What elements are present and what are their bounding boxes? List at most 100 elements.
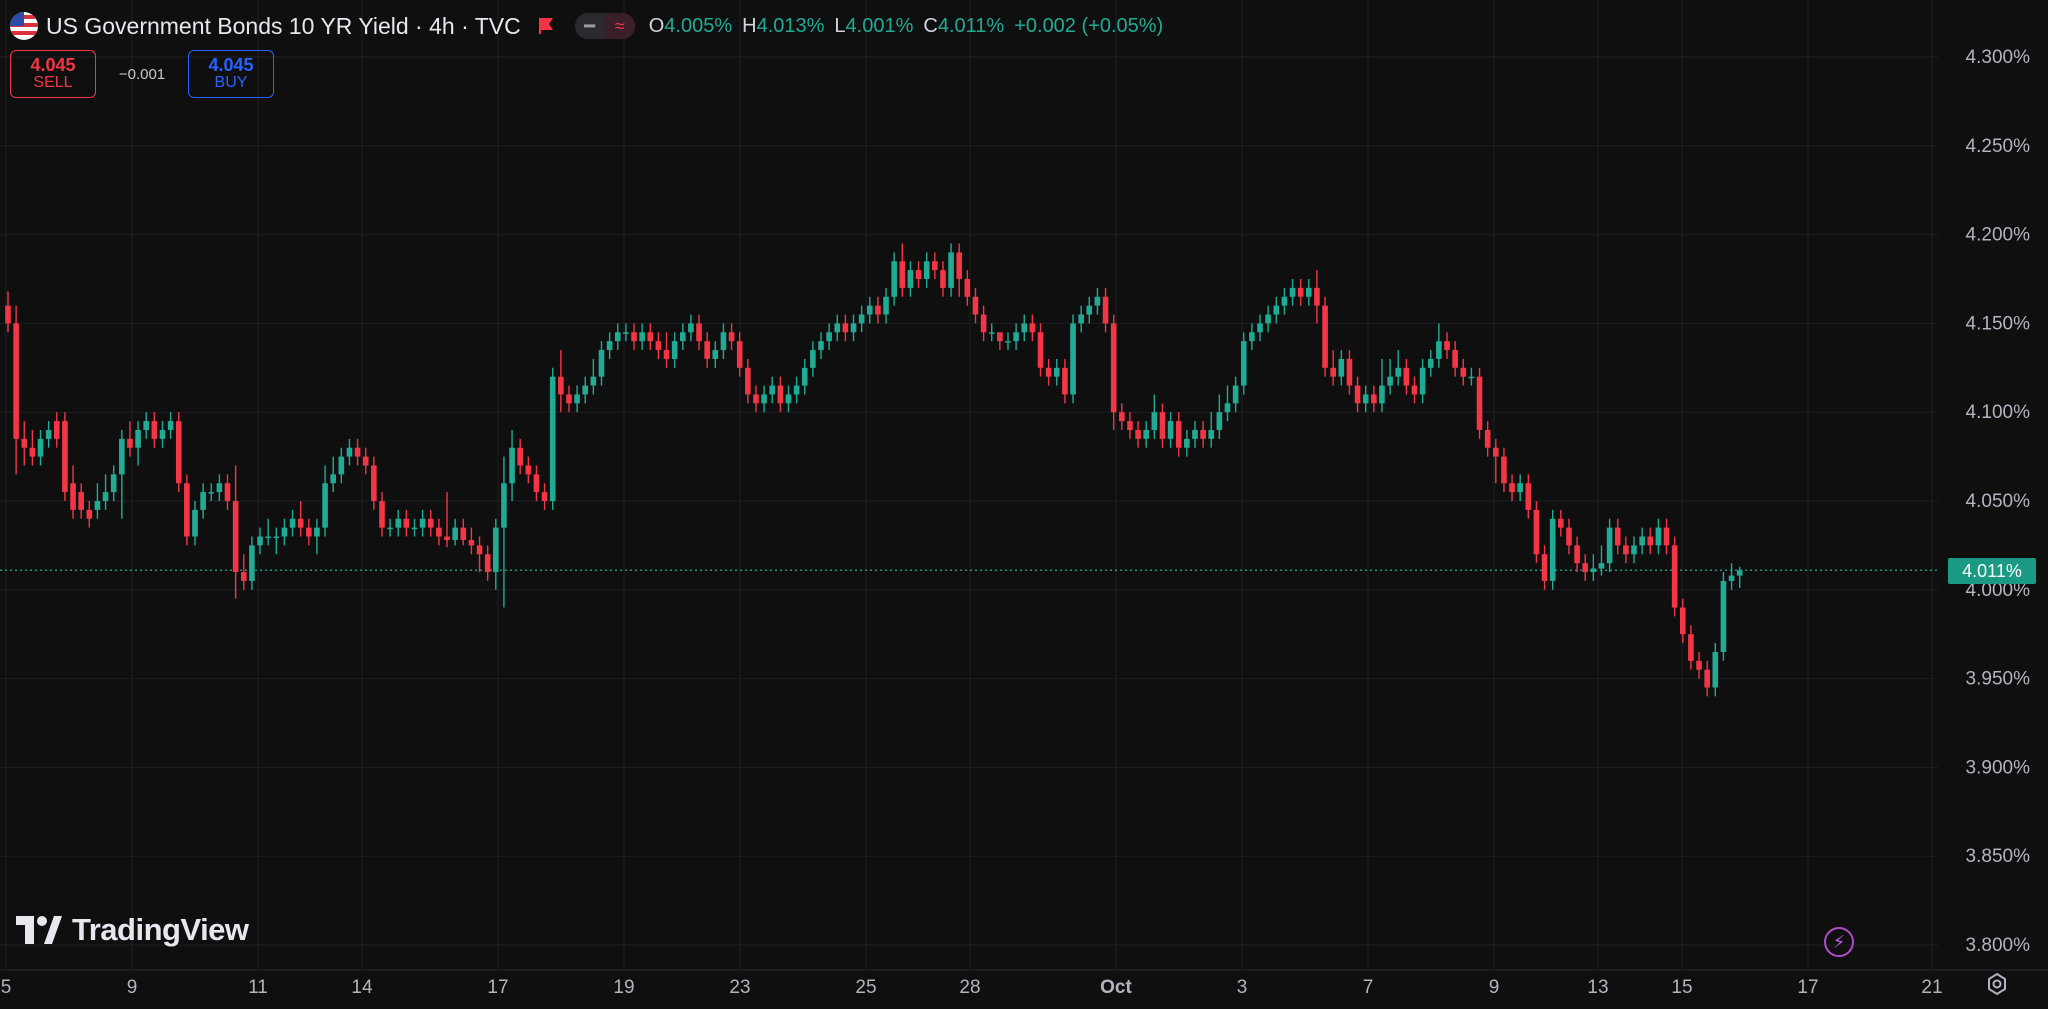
candlestick-chart[interactable]: 4.300% 4.250% 4.200% 4.150% 4.100% 4.050% 4.00… [0, 0, 2048, 1009]
candle-body [558, 376, 564, 395]
candle-body [826, 332, 832, 342]
ohlc-readout: O4.005% H4.013% L4.001% C4.011% +0.002 (… [649, 15, 1163, 38]
candle-body [810, 350, 816, 368]
candle-body [110, 474, 117, 493]
candle-body [1720, 580, 1727, 652]
high-value: 4.013% [756, 14, 825, 37]
candle-body [1135, 429, 1141, 439]
low-label: L [834, 14, 846, 37]
candle-body [1671, 545, 1678, 608]
candle-body [13, 323, 19, 439]
candle-body [980, 314, 987, 333]
candle-body [1086, 305, 1093, 315]
candle-body [70, 483, 76, 510]
time-tick-label: 17 [1797, 977, 1818, 998]
candle-body [818, 341, 824, 351]
candle-body [1411, 385, 1418, 395]
candle-body [1379, 385, 1385, 404]
settings-gear-icon[interactable] [1984, 971, 2010, 997]
time-tick-label: 15 [1671, 977, 1692, 998]
candle-body [460, 527, 467, 541]
candle-body [37, 438, 44, 457]
candle-body [1330, 367, 1336, 377]
candle-body [1688, 634, 1694, 661]
time-tick-label: 17 [487, 977, 508, 998]
candle-body [249, 545, 255, 581]
candle-body [306, 527, 312, 537]
high-label: H [742, 14, 757, 37]
hide-icon[interactable]: ━ [575, 13, 605, 39]
candle-body [858, 314, 865, 324]
candle-body [866, 305, 873, 315]
candle-body [151, 421, 158, 439]
candle-body [785, 394, 792, 404]
wave-icon[interactable]: ≈ [604, 13, 635, 39]
candle-body [761, 394, 767, 404]
candle-body [1143, 429, 1149, 439]
candle-body [769, 385, 776, 395]
chart-header: US Government Bonds 10 YR Yield · 4h · T… [10, 10, 1163, 42]
candle-body [216, 483, 223, 493]
time-tick-label: 11 [248, 977, 268, 998]
candle-body [53, 421, 60, 439]
candle-body [997, 332, 1003, 342]
price-tick-label: 4.300% [1966, 47, 2031, 68]
candle-body [119, 438, 125, 475]
candle-body [988, 332, 995, 334]
time-tick-label: 19 [613, 977, 634, 998]
candle-body [1257, 323, 1263, 333]
candle-body [143, 421, 150, 430]
candle-body [1639, 536, 1645, 546]
indicator-toggle[interactable]: ━ ≈ [574, 13, 635, 39]
candle-body [712, 350, 719, 359]
candle-body [1338, 358, 1345, 377]
candle-body [631, 332, 637, 342]
candle-body [1053, 367, 1060, 377]
candle-body [1517, 483, 1523, 493]
candle-body [1509, 483, 1515, 493]
candle-body [21, 438, 28, 448]
candle-body [1663, 527, 1670, 546]
open-label: O [648, 14, 665, 37]
flag-marker-icon[interactable] [538, 18, 553, 34]
price-tick-label: 4.200% [1966, 225, 2031, 246]
candle-body [330, 474, 336, 484]
tradingview-logo[interactable]: TradingView [16, 912, 249, 948]
candle-body [1444, 341, 1450, 351]
candle-body [387, 527, 393, 530]
candle-body [281, 527, 288, 537]
candle-body [972, 296, 979, 315]
candle-body [1484, 429, 1491, 448]
candle-body [834, 323, 841, 333]
candle-body [1005, 341, 1011, 343]
candle-body [509, 447, 515, 484]
price-tick-label: 4.100% [1966, 402, 2031, 423]
candle-body [1159, 412, 1166, 439]
candle-body [1476, 376, 1483, 430]
buy-label: BUY [214, 74, 248, 92]
candle-body [395, 518, 402, 528]
candle-body [777, 385, 784, 404]
candle-body [1606, 527, 1613, 564]
candle-body [338, 456, 345, 475]
candle-body [379, 501, 385, 528]
sell-button[interactable]: 4.045 SELL [10, 50, 96, 98]
buy-button[interactable]: 4.045 BUY [188, 50, 274, 98]
candle-body [1598, 563, 1605, 569]
candle-body [1712, 651, 1719, 688]
candle-body [1224, 403, 1231, 413]
candle-body [1647, 536, 1654, 546]
candle-body [1110, 323, 1117, 413]
candle-body [688, 323, 694, 333]
symbol-title[interactable]: US Government Bonds 10 YR Yield · 4h · T… [46, 13, 521, 40]
candle-body [1070, 323, 1076, 395]
chart-area[interactable]: 4.300% 4.250% 4.200% 4.150% 4.100% 4.050% 4.00… [0, 0, 2048, 1009]
candle-body [1395, 367, 1402, 377]
candle-body [1736, 570, 1743, 576]
time-tick-label: 25 [855, 977, 876, 998]
lightning-icon[interactable]: ⚡ [1824, 927, 1854, 957]
candle-body [62, 421, 68, 493]
candle-body [167, 421, 174, 430]
candle-body [655, 341, 662, 351]
candle-body [574, 394, 580, 404]
